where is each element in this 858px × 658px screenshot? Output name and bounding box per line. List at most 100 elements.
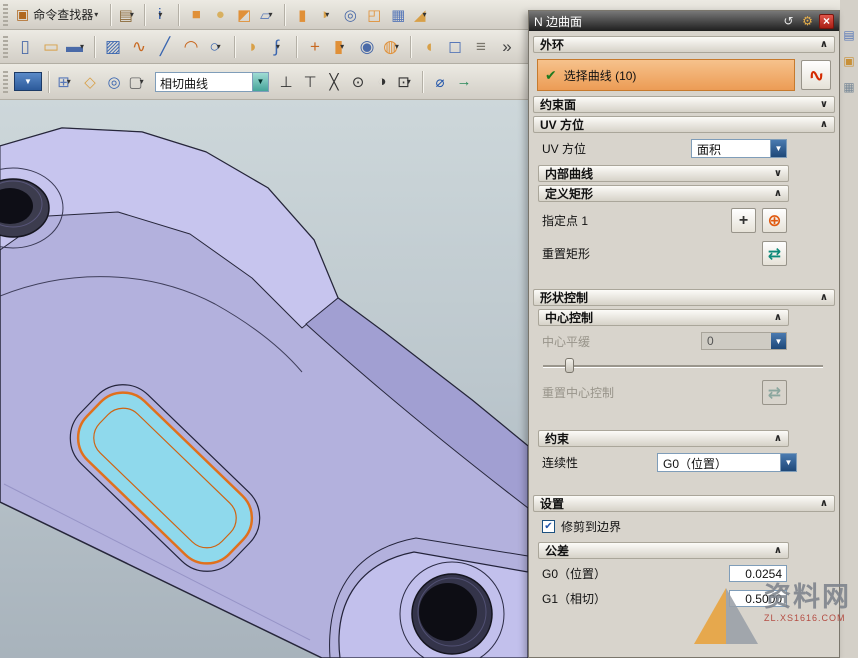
- dropdown-caret-icon[interactable]: ▾: [276, 42, 284, 51]
- snap-quadrant-icon[interactable]: ◑: [370, 70, 394, 94]
- dropdown-caret-icon[interactable]: ▾: [217, 42, 225, 51]
- section-uv-orientation-header[interactable]: UV 方位 ∧: [533, 116, 835, 133]
- uv-orientation-dropdown[interactable]: 面积 ▼: [691, 139, 787, 158]
- dropdown-caret-icon[interactable]: ▾: [423, 10, 431, 19]
- info-icon[interactable]: i▾: [150, 3, 174, 27]
- more-commands-icon[interactable]: »: [494, 33, 520, 61]
- section-shape-control-header[interactable]: 形状控制 ∧: [533, 289, 835, 306]
- circle-icon[interactable]: ○▾: [204, 33, 230, 61]
- snap-intersection-icon[interactable]: ╳: [322, 70, 346, 94]
- vector-icon[interactable]: →: [452, 70, 476, 94]
- edge-blend-icon[interactable]: ◖: [416, 33, 442, 61]
- center-flat-spinner[interactable]: 0 ▼: [701, 332, 787, 350]
- reset-icon[interactable]: ↺: [781, 14, 796, 29]
- extrude-icon[interactable]: ▮: [290, 3, 314, 27]
- point-dialog-button[interactable]: +: [731, 208, 756, 233]
- dropdown-arrow-icon[interactable]: ▼: [780, 454, 796, 471]
- close-icon[interactable]: ×: [819, 14, 834, 29]
- center-flat-slider[interactable]: [543, 356, 823, 374]
- palette-icon[interactable]: ▦: [841, 78, 858, 95]
- hole-icon[interactable]: ◎: [338, 3, 362, 27]
- dropdown-caret-icon[interactable]: ▾: [325, 10, 333, 19]
- viewport-3d[interactable]: [0, 100, 528, 658]
- specify-point-button[interactable]: ⊕: [762, 208, 787, 233]
- section-define-rectangle-header[interactable]: 定义矩形 ∧: [538, 185, 789, 202]
- datum-csys-icon[interactable]: +: [302, 33, 328, 61]
- solid-box-icon[interactable]: ■: [184, 3, 208, 27]
- toolbar-grip[interactable]: [3, 4, 8, 26]
- datum-plane-icon[interactable]: ▱▾: [256, 3, 280, 27]
- dropdown-arrow-icon[interactable]: ▼: [252, 73, 268, 91]
- unite-icon[interactable]: ◍▾: [380, 33, 406, 61]
- revolve-icon[interactable]: ◑▾: [314, 3, 338, 27]
- pattern-feature-icon[interactable]: ▦: [386, 3, 410, 27]
- workplane-icon[interactable]: ◇: [78, 70, 102, 94]
- arc-icon[interactable]: ◠: [178, 33, 204, 61]
- toolbar-grip[interactable]: [3, 36, 8, 58]
- gallery-icon[interactable]: ▤▾: [116, 3, 140, 27]
- section-settings-header[interactable]: 设置 ∧: [533, 495, 835, 512]
- boolean-unite-icon[interactable]: ◩: [232, 3, 256, 27]
- shell-icon[interactable]: ◰: [362, 3, 386, 27]
- open-file-icon[interactable]: ▭: [38, 33, 64, 61]
- command-finder[interactable]: ▣ 命令查找器 ▾: [12, 3, 106, 27]
- dropdown-caret-icon[interactable]: ▾: [140, 77, 148, 86]
- hole-feature-icon[interactable]: ◉: [354, 33, 380, 61]
- section-internal-curves-header[interactable]: 内部曲线 ∨: [538, 165, 789, 182]
- continuity-dropdown[interactable]: G0（位置） ▼: [657, 453, 797, 472]
- new-file-icon[interactable]: ▯: [12, 33, 38, 61]
- measure-icon[interactable]: ⌀: [428, 70, 452, 94]
- toolbar-grip[interactable]: [3, 71, 8, 93]
- dropdown-caret-icon[interactable]: ▾: [407, 77, 415, 86]
- snap-midpoint-icon[interactable]: ⊤: [298, 70, 322, 94]
- snap-center-icon[interactable]: ⊙: [346, 70, 370, 94]
- selection-scope-button[interactable]: ▼: [14, 72, 42, 91]
- chamfer-icon[interactable]: ◢▾: [410, 3, 434, 27]
- graphics-viewport[interactable]: [0, 100, 528, 658]
- dialog-titlebar[interactable]: N 边曲面 ↺ ⚙ ×: [529, 11, 839, 31]
- gear-icon[interactable]: ⚙: [800, 14, 815, 29]
- snap-grid-icon[interactable]: ⊞▾: [54, 70, 78, 94]
- spline-icon[interactable]: ∫▾: [266, 33, 292, 61]
- save-icon[interactable]: ▬▾: [64, 33, 90, 61]
- sketch-icon[interactable]: ▨: [100, 33, 126, 61]
- dropdown-caret-icon[interactable]: ▾: [269, 10, 277, 19]
- highlight-icon[interactable]: ◎: [102, 70, 126, 94]
- general-selection-icon[interactable]: ▢▾: [126, 70, 150, 94]
- section-constraint-face-header[interactable]: 约束面 ∨: [533, 96, 835, 113]
- roles-icon[interactable]: ▤: [841, 26, 858, 43]
- reset-rectangle-button[interactable]: ⇄: [762, 241, 787, 266]
- curve-select-button[interactable]: ∿: [801, 60, 831, 90]
- dropdown-caret-icon[interactable]: ▾: [158, 10, 166, 19]
- extrude-feature-icon[interactable]: ▮▾: [328, 33, 354, 61]
- section-tolerance-header[interactable]: 公差 ∧: [538, 542, 789, 559]
- fillet-icon[interactable]: ◗: [240, 33, 266, 61]
- part-model[interactable]: [0, 128, 528, 658]
- spinner-arrow-icon[interactable]: ▼: [771, 333, 786, 349]
- section-outer-loop-header[interactable]: 外环 ∧: [533, 36, 835, 53]
- thread-icon[interactable]: ≡: [468, 33, 494, 61]
- history-panel-icon[interactable]: ▣: [841, 52, 858, 69]
- profile-icon[interactable]: ∿: [126, 33, 152, 61]
- dropdown-arrow-icon[interactable]: ▼: [770, 140, 786, 157]
- cylinder-icon[interactable]: ●: [208, 3, 232, 27]
- trim-to-boundary-checkbox[interactable]: ✔: [542, 520, 555, 533]
- shell-feature-icon[interactable]: ◻: [442, 33, 468, 61]
- snap-endpoint-icon[interactable]: ⊥: [274, 70, 298, 94]
- dropdown-caret-icon[interactable]: ▾: [395, 42, 403, 51]
- section-constraint-header[interactable]: 约束 ∧: [538, 430, 789, 447]
- dropdown-caret-icon[interactable]: ▾: [94, 10, 102, 19]
- curve-rule-dropdown[interactable]: 相切曲线 ▼: [155, 72, 269, 92]
- select-curve-chip[interactable]: ✔ 选择曲线 (10): [537, 59, 795, 91]
- section-center-control-header[interactable]: 中心控制 ∧: [538, 309, 789, 326]
- dropdown-caret-icon[interactable]: ▾: [340, 42, 348, 51]
- dropdown-caret-icon[interactable]: ▾: [67, 77, 75, 86]
- g0-tolerance-input[interactable]: 0.0254: [729, 565, 787, 582]
- reset-center-button[interactable]: ⇄: [762, 380, 787, 405]
- slider-thumb[interactable]: [565, 358, 574, 373]
- slider-track[interactable]: [543, 365, 823, 368]
- g1-tolerance-input[interactable]: 0.5000: [729, 590, 787, 607]
- line-icon[interactable]: ╱: [152, 33, 178, 61]
- dropdown-caret-icon[interactable]: ▾: [130, 10, 138, 19]
- dropdown-caret-icon[interactable]: ▾: [80, 42, 88, 51]
